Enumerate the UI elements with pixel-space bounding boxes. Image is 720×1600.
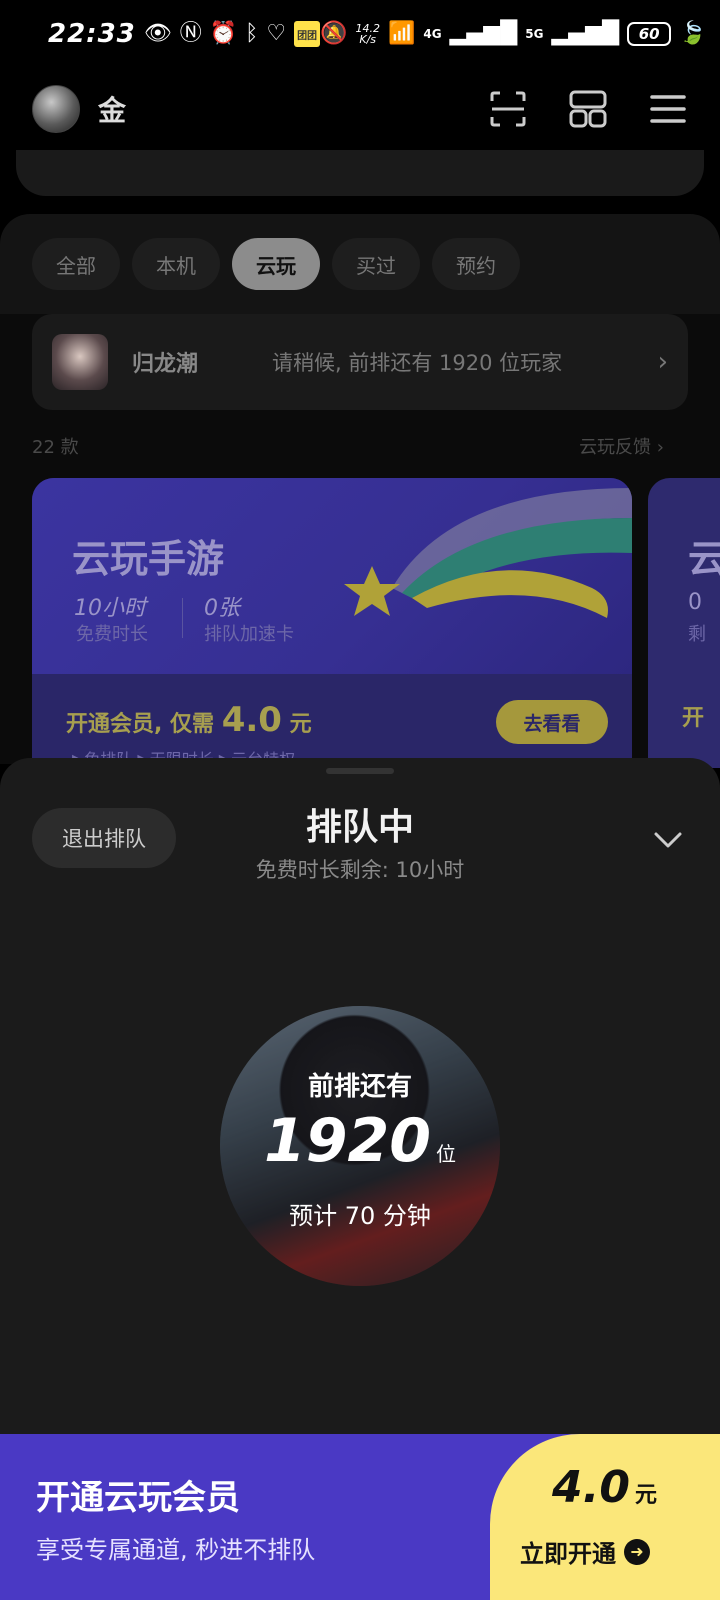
signal-icon: ▂▄▆█: [449, 21, 518, 46]
queue-status-row[interactable]: 归龙潮 请稍候, 前排还有 1920 位玩家 ›: [32, 314, 688, 410]
banner-price: 4.0 元: [552, 1462, 657, 1513]
feedback-label: 云玩反馈: [579, 437, 652, 458]
count-row: 22 款 云玩反馈 ›: [0, 418, 720, 474]
banner-price-unit: 元: [635, 1483, 658, 1508]
queue-position: 1920 位: [220, 1106, 500, 1176]
offer-text: 开通会员, 仅需 4.0 元: [66, 700, 312, 740]
promo-card[interactable]: 云玩手游 10小时 免费时长 0张 排队加速卡 开通会员, 仅需 4.0 元 去…: [32, 478, 632, 768]
speed-card-label: 排队加速卡: [204, 624, 294, 645]
alarm-icon: ⏰: [209, 21, 238, 46]
front-label: 前排还有: [307, 1072, 412, 1102]
menu-icon[interactable]: [648, 89, 688, 129]
network-4g: 4G: [423, 27, 442, 41]
next-card-offer: 开: [682, 706, 705, 731]
tab-local[interactable]: 本机: [132, 238, 220, 290]
next-card-title: 云: [688, 537, 720, 581]
open-now-button[interactable]: 立即开通 ➜: [520, 1534, 650, 1569]
offer-unit: 元: [289, 712, 312, 737]
tab-bar: 全部 本机 云玩 买过 预约: [32, 238, 520, 290]
chevron-down-icon[interactable]: [648, 820, 688, 860]
status-left: 22:33 👁 Ⓝ ⏰ ᛒ ♡ 团团: [48, 19, 321, 49]
divider: [182, 598, 183, 638]
sheet-drag-handle[interactable]: [326, 768, 394, 774]
promo-offer-section: 开通会员, 仅需 4.0 元 去看看 ▶免排队 ▶无限时长 ▶云台特权: [32, 674, 632, 768]
grid-icon[interactable]: [568, 89, 608, 129]
queue-position-unit: 位: [436, 1142, 457, 1166]
status-right: 🔕 14.2 K/s 📶 4G ▂▄▆█ 5G ▂▄▆█ 60 🍃: [320, 22, 707, 46]
arrow-right-icon: ➜: [624, 1538, 650, 1565]
username[interactable]: 金: [98, 89, 126, 129]
free-time-label: 免费时长: [76, 624, 148, 645]
sheet-title: 排队中: [305, 807, 414, 848]
shooting-star-icon: [344, 488, 632, 618]
queue-position-circle: 前排还有 1920 位 预计 70 分钟: [220, 1006, 500, 1286]
go-see-button[interactable]: 去看看: [496, 700, 608, 744]
previous-card: [16, 150, 704, 196]
promo-title: 云玩手游: [72, 537, 225, 581]
speed-unit: K/s: [359, 33, 377, 46]
tab-cloud-play[interactable]: 云玩: [232, 238, 320, 290]
bluetooth-icon: ᛒ: [245, 21, 259, 46]
header-icons: [488, 89, 688, 129]
cloud-feedback-link[interactable]: 云玩反馈 ›: [579, 433, 664, 459]
app-badge-icon: 团团: [294, 21, 321, 47]
offer-price: 4.0: [221, 700, 282, 740]
eye-icon: 👁: [143, 21, 172, 46]
banner-cta-area[interactable]: 4.0 元 立即开通 ➜: [490, 1434, 720, 1600]
mute-icon: 🔕: [320, 21, 348, 46]
banner-subtitle: 享受专属通道, 秒进不排队: [36, 1536, 316, 1564]
game-thumbnail: [52, 334, 108, 390]
wifi-icon: 📶: [387, 21, 416, 46]
header: 金: [0, 68, 720, 150]
status-time: 22:33: [48, 19, 136, 49]
next-card-label: 剩: [688, 624, 706, 645]
scan-icon[interactable]: [488, 89, 528, 129]
network-5g: 5G: [525, 27, 544, 41]
membership-banner[interactable]: 开通云玩会员 享受专属通道, 秒进不排队 4.0 元 立即开通 ➜: [0, 1434, 720, 1600]
tab-reserved[interactable]: 预约: [432, 238, 520, 290]
speed-card-value: 0张: [204, 596, 240, 621]
avatar[interactable]: [32, 85, 80, 133]
game-count: 22 款: [32, 437, 79, 458]
promo-card-next[interactable]: 云 0 剩 开: [648, 478, 720, 768]
chevron-right-icon: ›: [656, 437, 664, 458]
nfc-icon: Ⓝ: [179, 21, 202, 46]
status-bar: 22:33 👁 Ⓝ ⏰ ᛒ ♡ 团团 🔕 14.2 K/s 📶 4G ▂▄▆█ …: [0, 0, 720, 68]
estimated-wait: 预计 70 分钟: [289, 1202, 431, 1230]
banner-price-value: 4.0: [552, 1462, 630, 1513]
queue-position-number: 1920: [263, 1106, 431, 1176]
queue-status-text: 请稍候, 前排还有 1920 位玩家: [272, 351, 563, 375]
banner-title: 开通云玩会员: [36, 1478, 240, 1518]
battery-indicator: 60: [627, 22, 672, 46]
game-name: 归龙潮: [132, 352, 199, 377]
next-card-stat: 0: [688, 590, 702, 615]
network-speed: 14.2 K/s: [355, 23, 380, 45]
free-time-value: 10小时: [74, 596, 146, 621]
leaf-icon: 🍃: [679, 21, 707, 46]
tab-all[interactable]: 全部: [32, 238, 120, 290]
offer-prefix: 开通会员, 仅需: [66, 712, 215, 737]
open-now-label: 立即开通: [520, 1540, 616, 1568]
heart-icon: ♡: [266, 21, 287, 46]
remaining-free-time: 免费时长剩余: 10小时: [255, 858, 465, 882]
signal-icon-2: ▂▄▆█: [551, 21, 620, 46]
chevron-right-icon: ›: [657, 347, 668, 377]
tab-purchased[interactable]: 买过: [332, 238, 420, 290]
